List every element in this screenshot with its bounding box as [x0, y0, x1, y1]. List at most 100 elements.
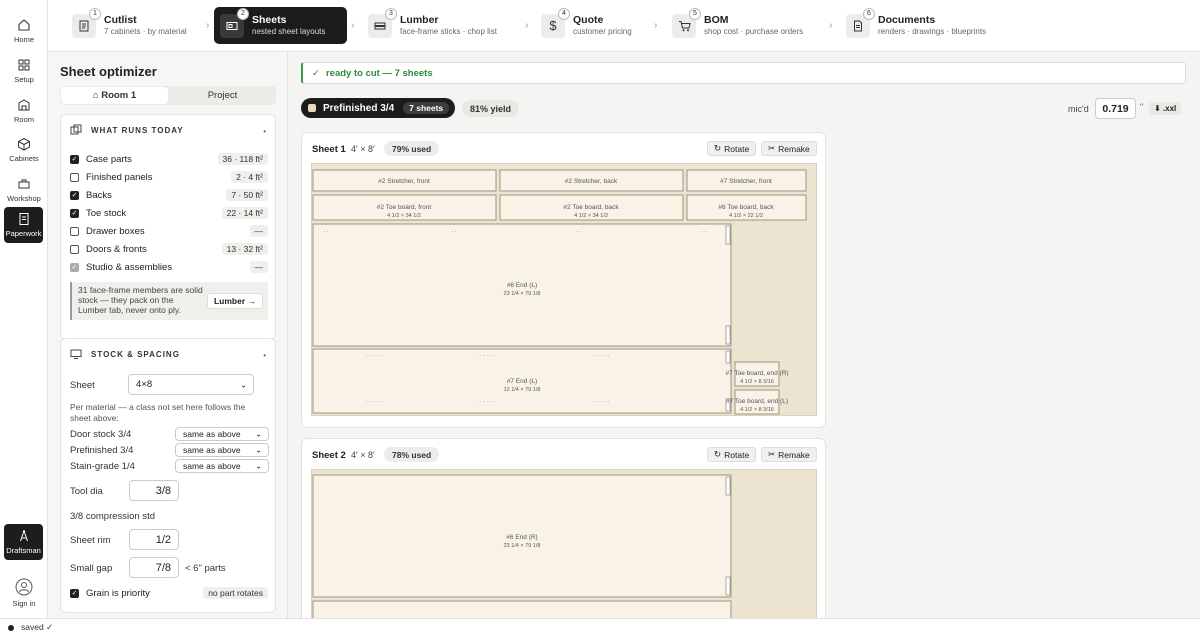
tool-dia-input[interactable]: 3/8 [129, 480, 179, 501]
part-toe-board-front-2[interactable]: #2 Toe board, front 4 1/2 × 34 1/2 [312, 194, 497, 221]
run-item-backs[interactable]: ✓ Backs 7 · 50 ft² [70, 188, 268, 202]
run-item-toe-stock[interactable]: ✓ Toe stock 22 · 14 ft² [70, 206, 268, 220]
signin-button[interactable]: Sign in [0, 574, 48, 612]
material-label: Door stock 3/4 [70, 429, 132, 440]
gap-note: < 6" parts [185, 563, 226, 574]
part-label: #2 Stretcher, back [565, 178, 618, 185]
run-item-finished-panels[interactable]: Finished panels 2 · 4 ft² [70, 170, 268, 184]
draftsman-button[interactable]: Draftsman [4, 524, 43, 560]
remake-button[interactable]: ✂ Remake [761, 141, 817, 156]
part-end-l-7[interactable]: #7 End (L) 12 1/4 × 79 1/8 · · · · · · · · … [312, 348, 732, 414]
part-toe-board-end-r-7[interactable]: #7 Toe board, end (R) 4 1/2 × 8 3/16 [725, 361, 789, 387]
status-text: saved ✓ [21, 622, 54, 632]
run-item-case-parts[interactable]: ✓ Case parts 36 · 118 ft² [70, 152, 268, 166]
part-stretcher-front-7[interactable]: #7 Stretcher, front [686, 169, 807, 192]
sheet-rim-input[interactable]: 1/2 [129, 529, 179, 550]
part-stretcher-back-2[interactable]: #2 Stretcher, back [499, 169, 684, 192]
sheet-size-select[interactable]: 4×8 ⌄ [128, 374, 254, 395]
rail-room[interactable]: Room [0, 92, 48, 130]
step-sheets[interactable]: 2 Sheets nested sheet layouts [214, 7, 347, 44]
gap-label: Small gap [70, 563, 113, 574]
part-size: 23 1/4 × 79 1/8 [504, 291, 541, 297]
checkbox-icon[interactable]: ✓ [70, 154, 79, 164]
svg-text:· · · · ·: · · · · · [593, 399, 610, 405]
document-icon [19, 213, 28, 225]
part-size: 4 1/2 × 34 1/2 [387, 213, 421, 219]
stain-grade-select[interactable]: same as above ⌄ [175, 459, 269, 473]
step-title: Lumber [400, 14, 439, 26]
part-toe-board-back-6[interactable]: #6 Toe board, back 4 1/2 × 22 1/2 [686, 194, 807, 221]
small-gap-input[interactable]: 7/8 [129, 557, 179, 578]
rotate-button[interactable]: ↻ Rotate [707, 141, 757, 156]
cart-icon: 5 [672, 7, 701, 38]
part-label: #2 Toe board, back [563, 204, 619, 211]
step-cutlist[interactable]: 1 Cutlist 7 cabinets · by material [66, 7, 206, 44]
material-tab-label: Prefinished 3/4 [323, 102, 395, 114]
checkbox-icon[interactable] [70, 172, 79, 182]
part-end-l-6[interactable]: #6 End (L) 23 1/4 × 79 1/8 · · · · · · · · [312, 223, 732, 347]
remake-button[interactable]: ✂ Remake [761, 447, 817, 462]
checkbox-icon: ✓ [70, 262, 79, 272]
rail-home[interactable]: Home [0, 12, 48, 50]
part-label: #7 Toe board, end (R) [725, 370, 788, 377]
part-stretcher-front-2[interactable]: #2 Stretcher, front [312, 169, 497, 192]
rail-workshop[interactable]: Workshop [0, 171, 48, 209]
ready-text: ready to cut — 7 sheets [325, 67, 433, 79]
checkbox-icon[interactable]: ✓ [70, 208, 79, 218]
checkbox-icon[interactable]: ✓ [70, 190, 79, 200]
collapse-icon[interactable]: • [263, 127, 266, 136]
stock-heading[interactable]: STOCK & SPACING [70, 348, 180, 360]
run-count: 7 · 50 ft² [226, 189, 268, 201]
part-toe-board-back-2[interactable]: #2 Toe board, back 4 1/2 × 34 1/2 [499, 194, 684, 221]
tab-project[interactable]: Project [169, 86, 276, 105]
material-tab-prefinished[interactable]: Prefinished 3/4 7 sheets [301, 98, 456, 118]
rail-label: Room [13, 115, 34, 124]
grain-priority-toggle[interactable]: ✓ Grain is priority no part rotates [70, 586, 268, 600]
part-size: 4 1/2 × 8 3/16 [740, 407, 774, 413]
step-bom[interactable]: 5 BOM shop cost · purchase orders [666, 7, 831, 44]
step-lumber[interactable]: 3 Lumber face-frame sticks · chop list [362, 7, 522, 44]
rail-paperwork[interactable]: Paperwork [4, 207, 43, 243]
door-stock-select[interactable]: same as above ⌄ [175, 427, 269, 441]
step-quote[interactable]: $ 4 Quote customer pricing [535, 7, 650, 44]
step-subtitle: 7 cabinets · by material [104, 27, 187, 36]
part-toe-board-end-l-7[interactable]: #7 Toe board, end (L) 4 1/2 × 8 3/16 [726, 389, 788, 415]
export-xxl-button[interactable]: ⬇ .xxl [1149, 102, 1182, 115]
sheet-title: Sheet 2 [312, 450, 346, 461]
checkbox-icon[interactable] [70, 244, 79, 254]
run-item-drawer-boxes[interactable]: Drawer boxes — [70, 224, 268, 238]
material-swatch [308, 104, 316, 112]
step-number: 4 [558, 7, 570, 20]
run-item-doors-fronts[interactable]: Doors & fronts 13 · 32 ft² [70, 242, 268, 256]
checkbox-icon[interactable] [70, 226, 79, 236]
rail-setup[interactable]: Setup [0, 52, 48, 90]
part-end-r-6[interactable]: #6 End (R) 23 1/4 × 79 1/8 [312, 474, 732, 598]
tab-room-1[interactable]: ⌂ Room 1 [61, 87, 168, 104]
part-partial[interactable] [312, 600, 732, 618]
rail-label: Workshop [7, 194, 41, 203]
rotate-button[interactable]: ↻ Rotate [707, 447, 757, 462]
svg-text:· ·: · · [576, 229, 582, 235]
step-documents[interactable]: 6 Documents renders · drawings · blueprin… [840, 7, 1010, 44]
micd-input[interactable]: 0.719 [1095, 98, 1136, 119]
rail-cabinets[interactable]: Cabinets [0, 131, 48, 169]
run-label: Drawer boxes [86, 225, 145, 237]
part-size: 4 1/2 × 34 1/2 [574, 213, 608, 219]
part-label: #6 End (L) [507, 282, 537, 289]
select-value: same as above [183, 445, 241, 455]
collapse-icon[interactable]: • [263, 351, 266, 360]
cube-icon [18, 137, 30, 151]
workflow-stepper: 1 Cutlist 7 cabinets · by material › 2 Sh… [48, 0, 1200, 52]
run-label: Backs [86, 189, 112, 201]
prefinished-select[interactable]: same as above ⌄ [175, 443, 269, 457]
runs-heading[interactable]: WHAT RUNS TODAY [70, 124, 184, 136]
chevron-down-icon: ⌄ [255, 461, 262, 471]
monitor-icon [70, 349, 82, 359]
material-label: Prefinished 3/4 [70, 445, 134, 456]
status-bar: saved ✓ [0, 618, 1200, 636]
sheet-layout-2: #6 End (R) 23 1/4 × 79 1/8 [311, 469, 817, 618]
lumber-note: 31 face-frame members are solid stock — … [70, 282, 268, 320]
lumber-link-button[interactable]: Lumber → [206, 293, 263, 309]
sheet-title: Sheet 1 [312, 144, 346, 155]
checkbox-icon[interactable]: ✓ [70, 588, 79, 598]
